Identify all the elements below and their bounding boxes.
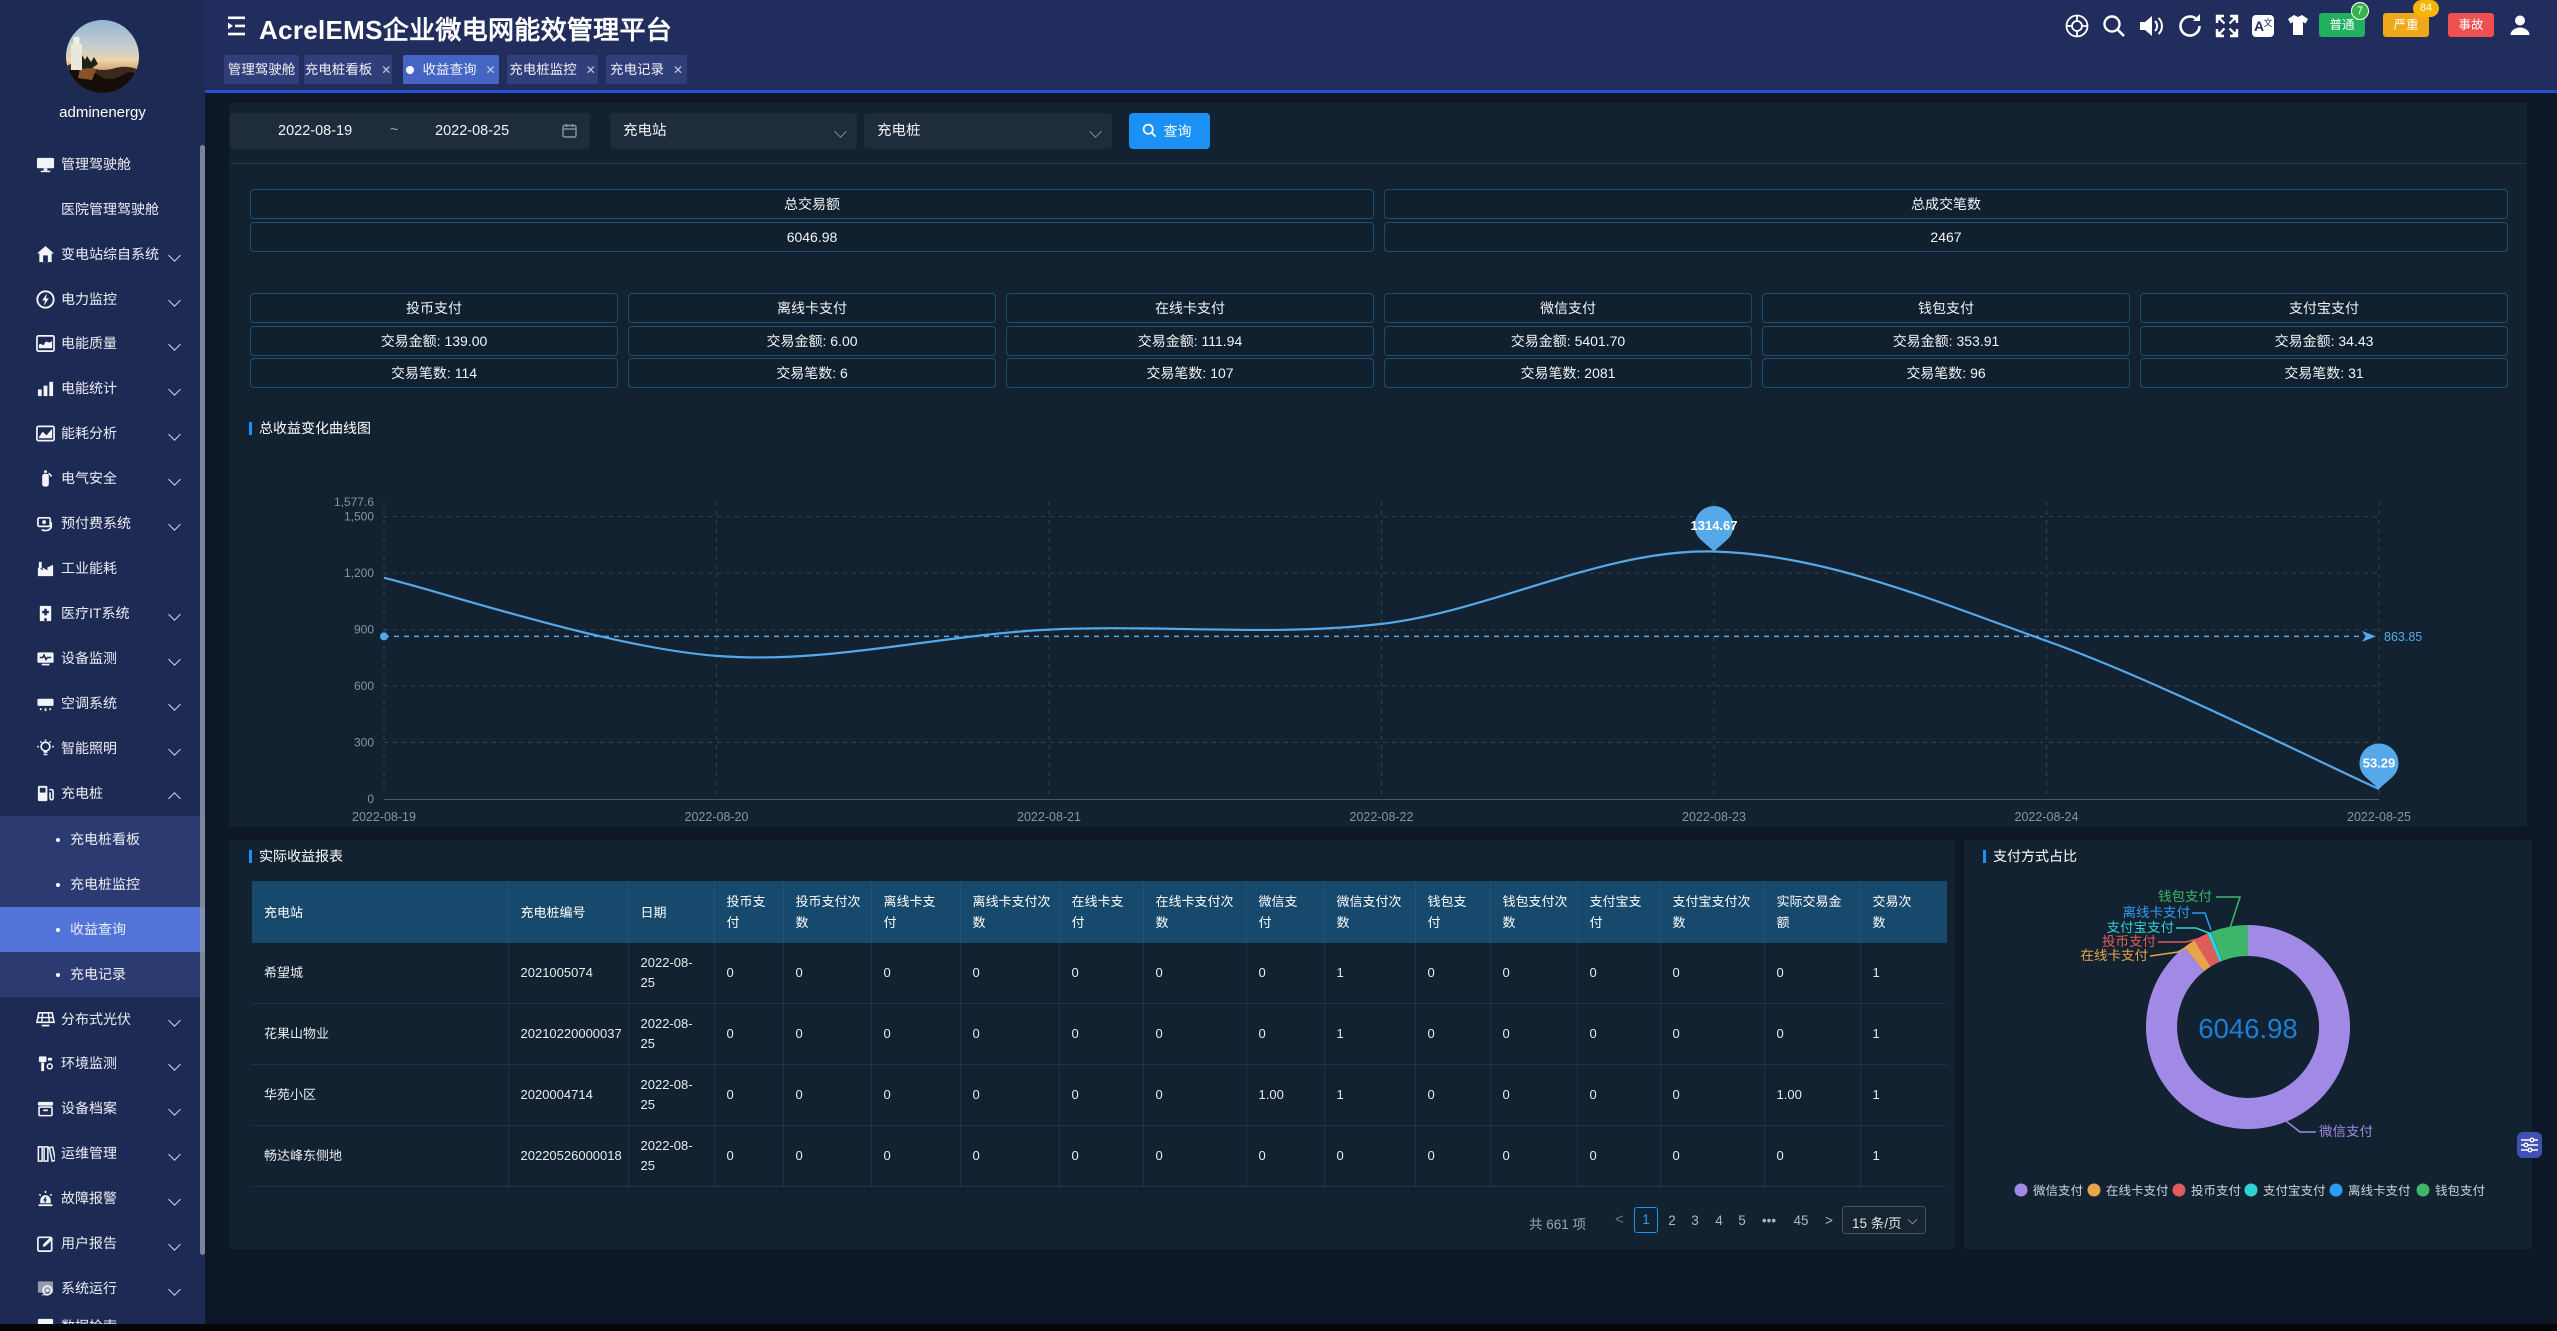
svg-text:1,577.6: 1,577.6 [334,495,374,509]
svg-text:投币支付: 投币支付 [2102,934,2156,949]
svg-text:600: 600 [354,679,374,693]
svg-text:2022-08-20: 2022-08-20 [685,810,749,824]
svg-text:离线卡支付: 离线卡支付 [2123,905,2191,920]
svg-text:1,500: 1,500 [344,510,374,524]
svg-text:微信支付: 微信支付 [2033,1184,2083,1198]
svg-text:900: 900 [354,623,374,637]
svg-text:文: 文 [2263,16,2272,29]
svg-text:0: 0 [367,792,374,806]
svg-text:1,200: 1,200 [344,566,374,580]
svg-text:2022-08-21: 2022-08-21 [1017,810,1081,824]
svg-text:在线卡支付: 在线卡支付 [2081,948,2149,963]
svg-text:在线卡支付: 在线卡支付 [2106,1184,2169,1198]
svg-text:钱包支付: 钱包支付 [2158,889,2212,904]
svg-text:2022-08-19: 2022-08-19 [352,810,416,824]
svg-text:300: 300 [354,736,374,750]
svg-text:支付宝支付: 支付宝支付 [2263,1184,2326,1198]
svg-text:2022-08-23: 2022-08-23 [1682,810,1746,824]
svg-text:2022-08-22: 2022-08-22 [1350,810,1414,824]
svg-text:离线卡支付: 离线卡支付 [2348,1184,2411,1198]
svg-text:863.85: 863.85 [2384,630,2422,644]
svg-text:1314.67: 1314.67 [1691,518,1738,533]
svg-text:投币支付: 投币支付 [2191,1184,2241,1198]
svg-text:2022-08-25: 2022-08-25 [2347,810,2411,824]
svg-text:2022-08-24: 2022-08-24 [2015,810,2079,824]
svg-text:钱包支付: 钱包支付 [2435,1184,2485,1198]
svg-text:微信支付: 微信支付 [2319,1124,2373,1139]
svg-text:支付宝支付: 支付宝支付 [2107,920,2175,935]
svg-text:6046.98: 6046.98 [2198,1013,2297,1044]
svg-text:53.29: 53.29 [2363,756,2396,771]
